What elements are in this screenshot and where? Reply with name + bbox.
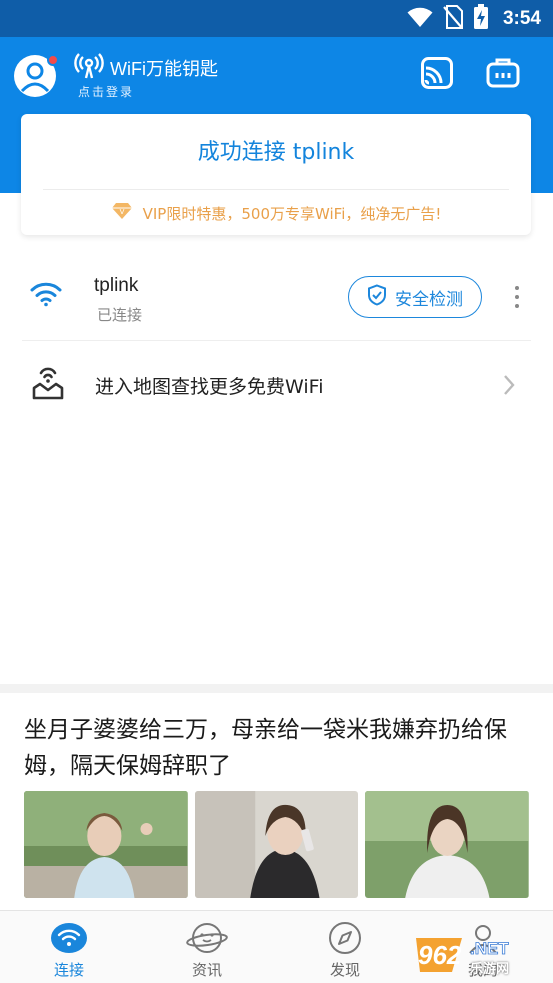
more-options-button[interactable]	[506, 283, 528, 311]
tab-label: 资讯	[191, 961, 222, 979]
map-entry-row[interactable]: 进入地图查找更多免费WiFi	[0, 342, 553, 428]
battery-charging-icon	[473, 4, 489, 34]
planet-icon	[186, 921, 228, 955]
tab-discover[interactable]: 发现	[276, 911, 414, 983]
svg-text:.NET: .NET	[470, 939, 509, 958]
compass-icon	[328, 921, 362, 955]
news-thumbnails[interactable]	[24, 791, 530, 898]
tab-label: 发现	[329, 961, 360, 979]
vip-promo[interactable]: V VIP限时特惠，500万专享WiFi，纯净无广告!	[21, 202, 531, 224]
status-bar: 3:54	[0, 0, 553, 37]
vip-promo-text: VIP限时特惠，500万专享WiFi，纯净无广告!	[142, 204, 442, 223]
tab-label: 连接	[53, 961, 84, 979]
svg-text:962: 962	[418, 940, 462, 970]
status-time: 3:54	[502, 8, 541, 29]
login-hint[interactable]: 点击登录	[78, 83, 134, 100]
news-image-1[interactable]	[24, 791, 188, 898]
notification-dot	[47, 54, 59, 66]
network-ssid: tplink	[94, 275, 139, 296]
connection-card: 成功连接 tplink V VIP限时特惠，500万专享WiFi，纯净无广告!	[21, 114, 531, 235]
wifi-signal-icon	[74, 53, 104, 83]
svg-text:V: V	[119, 208, 124, 216]
toolbox-icon	[485, 56, 521, 94]
more-dot	[515, 286, 519, 290]
row-divider	[22, 340, 531, 341]
security-check-button[interactable]: 安全检测	[348, 276, 482, 318]
news-image-2[interactable]	[194, 791, 359, 898]
no-sim-icon	[443, 5, 463, 33]
watermark-logo: 962 .NET 乐游网	[412, 932, 548, 978]
wifi-icon	[30, 281, 62, 311]
shield-check-icon	[367, 283, 387, 311]
watermark-text: 乐游网	[470, 962, 510, 977]
map-entry-label: 进入地图查找更多免费WiFi	[95, 376, 324, 398]
wifi-icon	[50, 921, 88, 955]
chevron-right-icon	[502, 374, 516, 400]
tab-connect[interactable]: 连接	[0, 911, 138, 983]
vip-diamond-icon: V	[111, 202, 133, 224]
news-image-3[interactable]	[365, 791, 530, 898]
brand[interactable]: WiFi万能钥匙	[74, 53, 218, 83]
more-dot	[515, 304, 519, 308]
divider	[43, 189, 509, 190]
more-dot	[515, 295, 519, 299]
wifi-status-icon	[407, 6, 433, 32]
security-check-label: 安全检测	[395, 289, 463, 310]
connection-status: 已连接	[97, 306, 143, 324]
cast-button[interactable]	[419, 57, 455, 93]
tab-news[interactable]: 资讯	[138, 911, 276, 983]
connection-success-title: 成功连接 tplink	[197, 140, 355, 165]
app-name: WiFi万能钥匙	[110, 59, 218, 79]
toolbox-button[interactable]	[485, 57, 521, 93]
cast-icon	[420, 56, 454, 94]
connected-network-row[interactable]: tplink 已连接 安全检测	[0, 255, 553, 341]
map-pin-icon	[30, 364, 66, 404]
section-gap	[0, 684, 553, 693]
news-headline[interactable]: 坐月子婆婆给三万，母亲给一袋米我嫌弃扔给保姆，隔天保姆辞职了	[24, 712, 534, 784]
